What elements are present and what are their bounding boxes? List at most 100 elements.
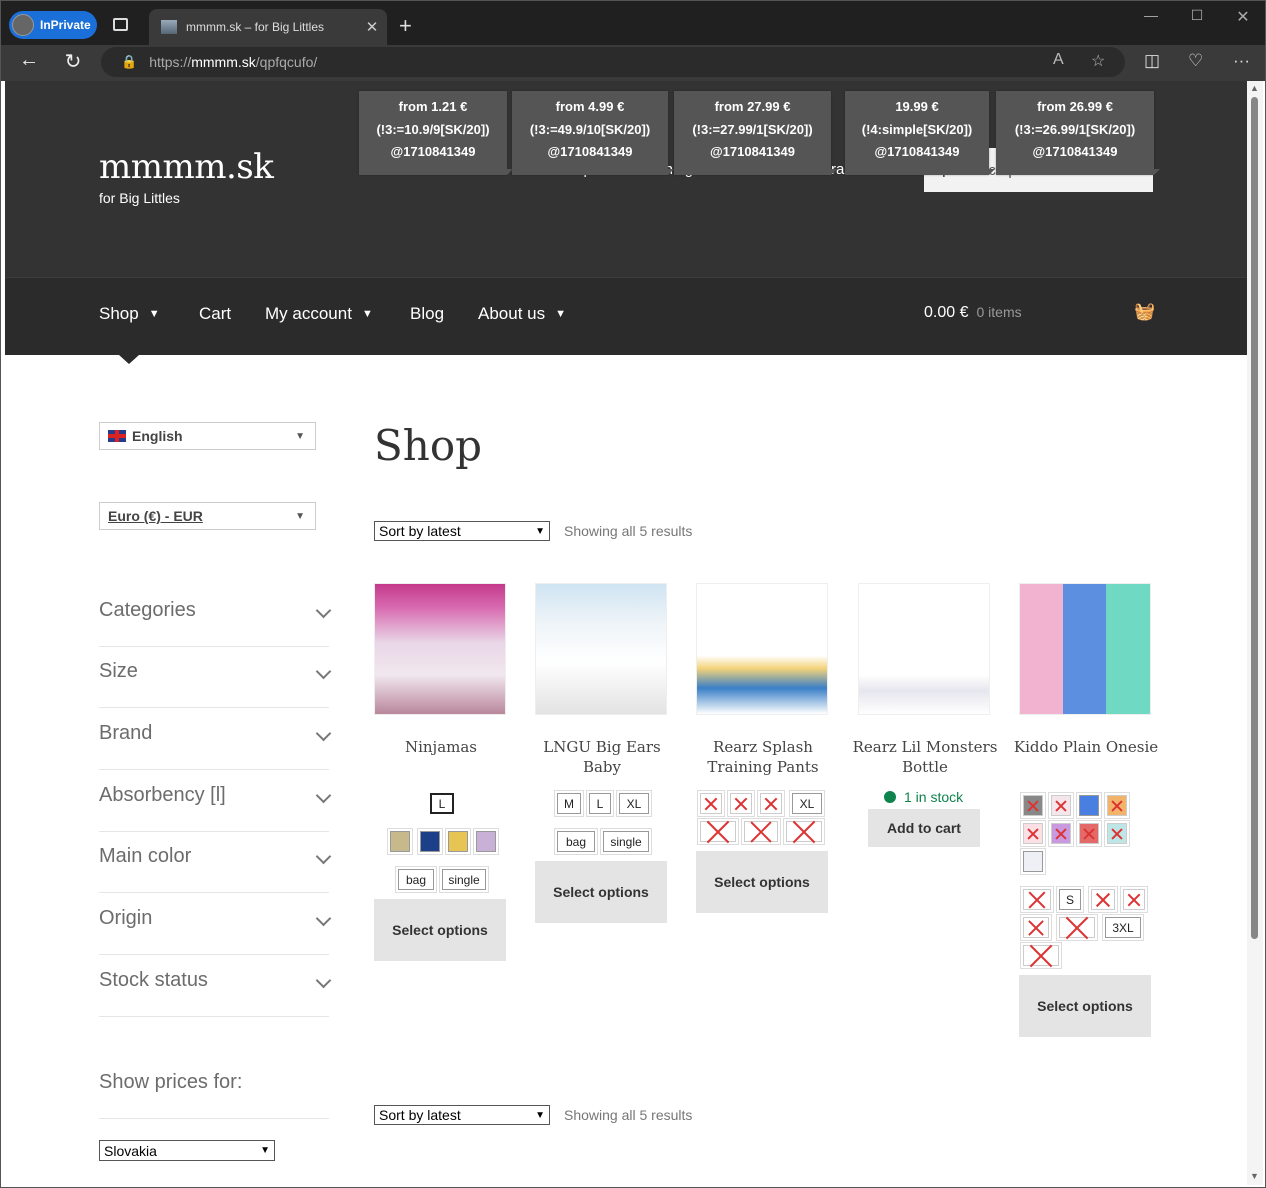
- size-swatch-3xl[interactable]: 3XL: [1105, 917, 1141, 938]
- color-swatch-unavailable[interactable]: [1079, 823, 1099, 844]
- filter-brand[interactable]: Brand: [99, 708, 332, 770]
- back-icon[interactable]: ←: [14, 49, 44, 72]
- read-aloud-icon[interactable]: A: [1053, 51, 1064, 69]
- product-image[interactable]: [1019, 583, 1151, 715]
- nav-blog[interactable]: Blog: [410, 304, 444, 324]
- browser-window: InPrivate mmmm.sk – for Big Littles ✕ + …: [0, 0, 1266, 1188]
- select-options-button[interactable]: Select options: [374, 899, 506, 961]
- sort-select-top[interactable]: Sort by latest ▼: [374, 521, 550, 541]
- size-swatch-m[interactable]: M: [557, 793, 581, 814]
- new-tab-icon[interactable]: +: [399, 13, 412, 39]
- browser-tab-active[interactable]: mmmm.sk – for Big Littles ✕: [149, 9, 387, 45]
- size-swatch-unavailable[interactable]: [744, 821, 778, 842]
- color-swatch-unavailable[interactable]: [1107, 795, 1127, 816]
- filter-stock-status[interactable]: Stock status: [99, 955, 332, 1017]
- tab-actions-icon[interactable]: [113, 18, 128, 31]
- color-swatch-white[interactable]: [1023, 851, 1043, 872]
- product-title[interactable]: Rearz Lil Monsters Bottle: [848, 737, 1002, 777]
- size-swatch-s[interactable]: S: [1059, 889, 1081, 910]
- web-page: mmmm.sk for Big Littles Diapers Clothing…: [5, 81, 1247, 1185]
- scroll-down-icon[interactable]: ▼: [1250, 1171, 1259, 1181]
- nav-cart[interactable]: Cart: [199, 304, 231, 324]
- filter-categories[interactable]: Categories: [99, 585, 332, 647]
- pattern-swatch-2[interactable]: [420, 831, 440, 852]
- product-image[interactable]: [535, 583, 667, 715]
- refresh-icon[interactable]: ↻: [58, 49, 88, 74]
- size-swatch-unavailable[interactable]: [786, 821, 822, 842]
- url-bar[interactable]: 🔒 https://mmmm.sk/qpfqcufo/ A ☆: [101, 47, 1125, 77]
- close-tab-icon[interactable]: ✕: [357, 18, 387, 36]
- basket-icon[interactable]: 🧺: [1134, 302, 1155, 322]
- site-title[interactable]: mmmm.sk: [99, 147, 274, 187]
- filter-main-color[interactable]: Main color: [99, 831, 332, 893]
- size-swatch-unavailable[interactable]: [1023, 917, 1049, 938]
- country-select[interactable]: Slovakia ▼: [99, 1140, 275, 1161]
- product-title[interactable]: Ninjamas: [364, 737, 518, 757]
- filter-absorbency[interactable]: Absorbency [l]: [99, 770, 332, 832]
- site-tagline: for Big Littles: [99, 190, 180, 206]
- size-swatch-unavailable[interactable]: [1023, 945, 1059, 966]
- sort-select-bottom[interactable]: Sort by latest ▼: [374, 1105, 550, 1125]
- price: from 27.99 €: [714, 99, 791, 114]
- color-swatch-unavailable[interactable]: [1051, 795, 1071, 816]
- pack-swatch-single[interactable]: single: [442, 869, 486, 890]
- split-screen-icon[interactable]: ◫: [1144, 51, 1160, 71]
- size-swatch-xl[interactable]: XL: [619, 793, 649, 814]
- size-swatch-unavailable[interactable]: [1059, 917, 1095, 938]
- size-swatch-unavailable[interactable]: [700, 821, 736, 842]
- size-swatch-xl[interactable]: XL: [792, 793, 822, 814]
- page-scrollbar[interactable]: ▲ ▼: [1247, 81, 1263, 1185]
- nav-shop[interactable]: Shop ▼: [99, 304, 160, 324]
- favicon-icon: [161, 20, 177, 34]
- size-swatch-unavailable[interactable]: [1091, 889, 1115, 910]
- scroll-up-icon[interactable]: ▲: [1250, 83, 1259, 93]
- tab-title: mmmm.sk – for Big Littles: [186, 20, 325, 34]
- product-title[interactable]: Kiddo Plain Onesie: [1009, 737, 1163, 757]
- scrollbar-thumb[interactable]: [1251, 97, 1258, 939]
- color-swatch-unavailable[interactable]: [1107, 823, 1127, 844]
- pack-swatch-bag[interactable]: bag: [398, 869, 434, 890]
- select-options-button[interactable]: Select options: [535, 861, 667, 923]
- minimize-icon[interactable]: —: [1131, 7, 1171, 23]
- product-image[interactable]: [858, 583, 990, 715]
- color-swatch-blue[interactable]: [1079, 795, 1099, 816]
- pattern-swatch-3[interactable]: [448, 831, 468, 852]
- product-image[interactable]: [374, 583, 506, 715]
- currency-select[interactable]: Euro (€) - EUR ▼: [99, 502, 316, 530]
- product-title[interactable]: LNGU Big Ears Baby: [525, 737, 679, 777]
- filter-origin[interactable]: Origin: [99, 893, 332, 955]
- favorite-star-icon[interactable]: ☆: [1091, 51, 1105, 71]
- size-swatch-unavailable[interactable]: [1123, 889, 1145, 910]
- more-menu-icon[interactable]: ···: [1233, 51, 1250, 71]
- inprivate-badge[interactable]: InPrivate: [9, 11, 97, 39]
- maximize-icon[interactable]: ☐: [1177, 7, 1217, 24]
- add-to-cart-button[interactable]: Add to cart: [868, 809, 980, 847]
- browser-essentials-icon[interactable]: ♡: [1188, 51, 1203, 71]
- color-swatch-unavailable[interactable]: [1051, 823, 1071, 844]
- filter-size[interactable]: Size: [99, 646, 332, 708]
- pack-swatch-single[interactable]: single: [603, 831, 649, 852]
- price: from 4.99 €: [555, 99, 625, 114]
- color-swatch-unavailable[interactable]: [700, 793, 722, 814]
- currency-label: Euro (€) - EUR: [108, 508, 203, 524]
- color-swatch-unavailable[interactable]: [760, 793, 782, 814]
- pack-swatch-bag[interactable]: bag: [557, 831, 595, 852]
- close-window-icon[interactable]: ✕: [1223, 7, 1263, 27]
- nav-about-us[interactable]: About us ▼: [478, 304, 566, 324]
- pattern-swatch-4[interactable]: [476, 831, 496, 852]
- size-swatch-l[interactable]: L: [430, 793, 454, 814]
- pattern-swatch-1[interactable]: [390, 831, 410, 852]
- header-cart[interactable]: 0.00 € 0 items: [924, 304, 1022, 322]
- product-image[interactable]: [696, 583, 828, 715]
- color-swatch-unavailable[interactable]: [1023, 823, 1043, 844]
- chevron-down-icon: [315, 787, 332, 804]
- product-title[interactable]: Rearz Splash Training Pants: [686, 737, 840, 777]
- language-select[interactable]: English ▼: [99, 422, 316, 450]
- nav-my-account[interactable]: My account ▼: [265, 304, 373, 324]
- color-swatch-unavailable[interactable]: [1023, 795, 1043, 816]
- size-swatch-unavailable[interactable]: [1023, 889, 1051, 910]
- select-options-button[interactable]: Select options: [696, 851, 828, 913]
- size-swatch-l[interactable]: L: [589, 793, 611, 814]
- color-swatch-unavailable[interactable]: [730, 793, 752, 814]
- select-options-button[interactable]: Select options: [1019, 975, 1151, 1037]
